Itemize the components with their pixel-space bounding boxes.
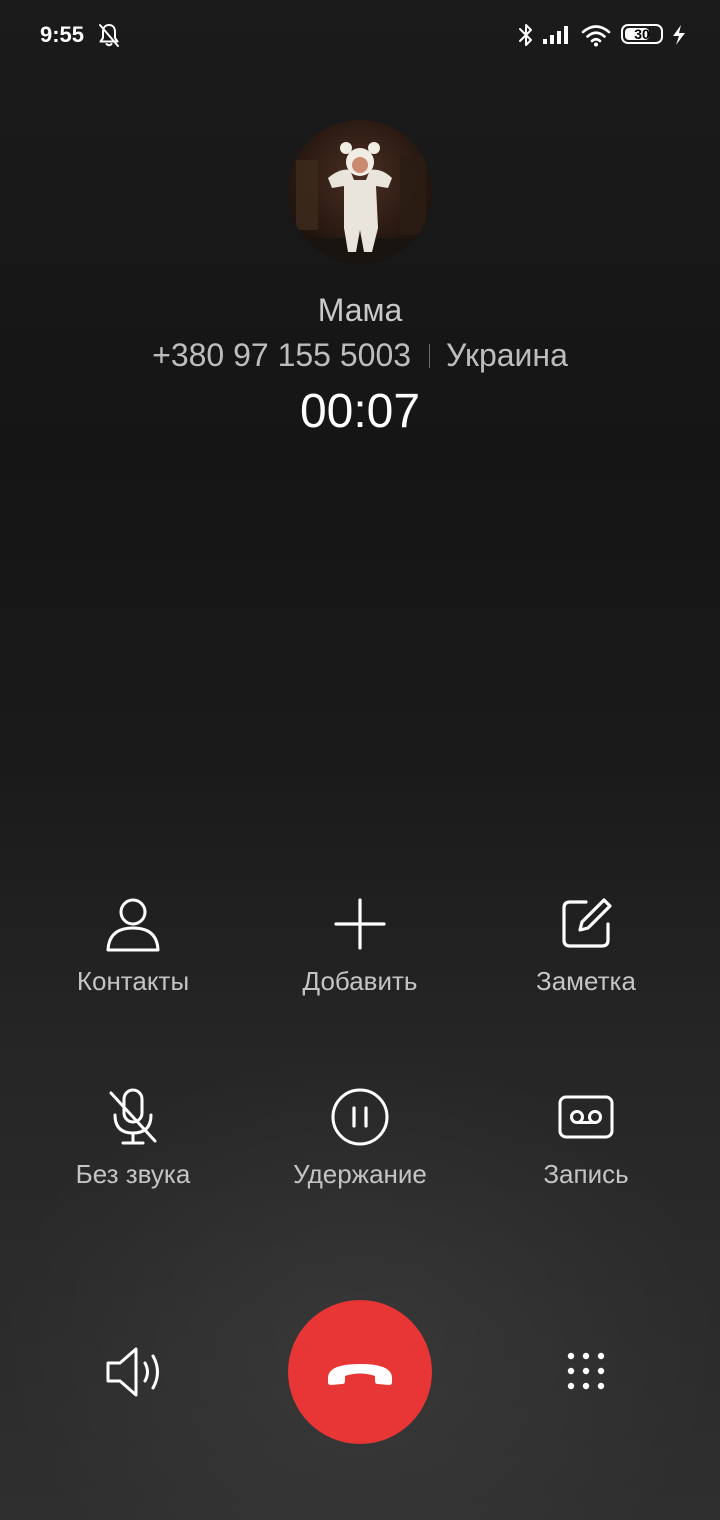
speaker-icon: [106, 1347, 159, 1397]
dialpad-icon: [567, 1352, 605, 1390]
wifi-icon: [580, 22, 612, 53]
record-icon: [556, 1087, 616, 1147]
note-label: Заметка: [536, 966, 636, 996]
call-timer: 00:07: [299, 385, 421, 438]
battery-level-text: 30: [634, 26, 650, 42]
pause-icon: [330, 1087, 390, 1147]
record-button[interactable]: Запись: [466, 1087, 706, 1197]
status-bar: 9:55 30: [0, 0, 720, 70]
bell-off-icon: [96, 22, 122, 53]
separator: [429, 344, 431, 368]
caller-location: Украина: [446, 337, 568, 373]
mute-label: Без звука: [75, 1159, 191, 1189]
contacts-button[interactable]: Контакты: [13, 894, 253, 1004]
caller-avatar: [288, 120, 432, 264]
charging-icon: [671, 24, 687, 51]
call-screen: 9:55 30 Мама +380 97 155 5003 Украина 00…: [0, 0, 720, 1520]
bluetooth-icon: [516, 22, 536, 53]
caller-name: Мама: [317, 292, 403, 328]
person-icon: [103, 894, 163, 954]
mic-off-icon: [103, 1087, 163, 1147]
hang-up-icon: [328, 1364, 392, 1385]
caller-details: +380 97 155 5003 Украина: [0, 337, 720, 374]
status-time: 9:55: [40, 22, 85, 47]
hold-button[interactable]: Удержание: [240, 1087, 480, 1197]
caller-number: +380 97 155 5003: [152, 337, 412, 373]
note-button[interactable]: Заметка: [466, 894, 706, 1004]
dialpad-button[interactable]: [566, 1351, 606, 1391]
record-label: Запись: [543, 1159, 629, 1189]
add-call-label: Добавить: [302, 966, 418, 996]
end-call-button[interactable]: [288, 1300, 432, 1444]
edit-note-icon: [556, 894, 616, 954]
hold-label: Удержание: [293, 1159, 427, 1189]
mute-button[interactable]: Без звука: [13, 1087, 253, 1197]
plus-icon: [330, 894, 390, 954]
battery-icon: 30: [621, 24, 663, 44]
signal-icon: [542, 24, 572, 51]
add-call-button[interactable]: Добавить: [240, 894, 480, 1004]
contacts-label: Контакты: [76, 966, 190, 996]
speaker-button[interactable]: [100, 1344, 170, 1400]
